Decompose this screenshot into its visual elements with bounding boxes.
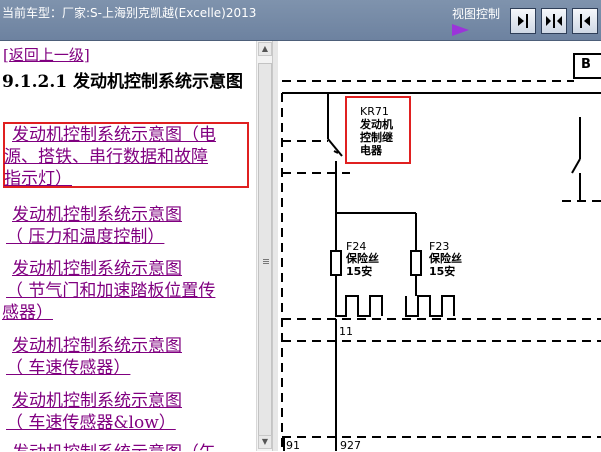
relay-name: 发动机 控制继 电器 (360, 118, 393, 157)
scrollbar-grip-icon (263, 259, 269, 260)
link-partial-next[interactable]: 发动机控制系统示意图（午 (12, 442, 252, 451)
link-line: 发动机控制系统示意图 (12, 259, 182, 279)
link-line: （ 节气门和加速踏板位置传 (6, 281, 216, 301)
link-line: （ 车速传感器） (6, 358, 131, 378)
wire-number-11: 11 (339, 325, 353, 338)
wire-number-91: 91 (286, 439, 300, 452)
relay-name-line: 发动机 (360, 118, 393, 131)
link-line: 感器） (2, 303, 53, 323)
fuse-f23-rating: 保险丝 15安 (429, 252, 462, 278)
fuse-f24-line: 15安 (346, 265, 373, 278)
scroll-up-arrow-icon[interactable]: ▲ (258, 42, 272, 56)
arrow-to-bar-left-icon (580, 14, 590, 28)
link-line: 源、搭铁、串行数据和故障 (4, 147, 208, 167)
view-pointer-arrow-icon (452, 24, 469, 36)
link-line: 指示灯） (4, 169, 72, 189)
link-pressure-temperature[interactable]: 发动机控制系统示意图 （ 压力和温度控制） (6, 204, 252, 248)
wire-number-927: 927 (340, 439, 361, 452)
arrow-to-bar-right-icon (518, 14, 528, 28)
current-model-title: 当前车型：厂家:S-上海别克凯越(Excelle)2013 (2, 6, 257, 20)
view-control-label: 视图控制 (452, 7, 501, 21)
link-vehicle-speed-sensor-low[interactable]: 发动机控制系统示意图 （ 车速传感器&low） (6, 390, 252, 434)
relay-name-line: 控制继 (360, 131, 393, 144)
split-arrows-icon (546, 14, 562, 28)
expand-right-panel-button[interactable] (510, 8, 536, 34)
link-power-ground-serial-data[interactable]: 发动机控制系统示意图（电 源、搭铁、串行数据和故障 指示灯） (4, 124, 252, 190)
vertical-scrollbar[interactable]: ▲ ▼ (256, 41, 272, 451)
link-line: （ 车速传感器&low） (6, 413, 176, 433)
relay-code: KR71 (360, 105, 389, 118)
scrollbar-thumb[interactable] (258, 63, 272, 443)
link-line: 发动机控制系统示意图（电 (12, 125, 216, 145)
fuse-f23-line: 15安 (429, 265, 456, 278)
relay-name-line: 电器 (360, 144, 382, 157)
section-heading: 9.1.2.1 发动机控制系统示意图 (2, 72, 243, 92)
fuse-f24-rating: 保险丝 15安 (346, 252, 379, 278)
link-line: 发动机控制系统示意图 (12, 391, 182, 411)
link-line: （ 压力和温度控制） (6, 227, 165, 247)
link-line: 发动机控制系统示意图 (12, 205, 182, 225)
wiring-diagram: KR71 发动机 控制继 电器 F24 保险丝 15安 F23 保险丝 15安 … (278, 41, 601, 452)
fuse-f24-line: 保险丝 (346, 252, 379, 265)
title-bar: 当前车型：厂家:S-上海别克凯越(Excelle)2013 视图控制 (0, 0, 601, 41)
connector-label: B (581, 57, 591, 72)
back-link[interactable]: [返回上一级] (3, 44, 90, 65)
navigation-panel: [返回上一级] 9.1.2.1 发动机控制系统示意图 发动机控制系统示意图（电 … (0, 41, 256, 451)
link-line: 发动机控制系统示意图 (12, 336, 182, 356)
fuse-f24-symbol (330, 250, 342, 276)
link-throttle-pedal-position[interactable]: 发动机控制系统示意图 （ 节气门和加速踏板位置传 感器） (2, 258, 252, 324)
link-vehicle-speed-sensor[interactable]: 发动机控制系统示意图 （ 车速传感器） (6, 335, 252, 379)
fuse-f23-line: 保险丝 (429, 252, 462, 265)
split-view-button[interactable] (541, 8, 567, 34)
expand-left-panel-button[interactable] (572, 8, 598, 34)
link-line: 发动机控制系统示意图（午 (12, 442, 252, 451)
scroll-down-arrow-icon[interactable]: ▼ (258, 435, 272, 449)
fuse-f23-symbol (410, 250, 422, 276)
